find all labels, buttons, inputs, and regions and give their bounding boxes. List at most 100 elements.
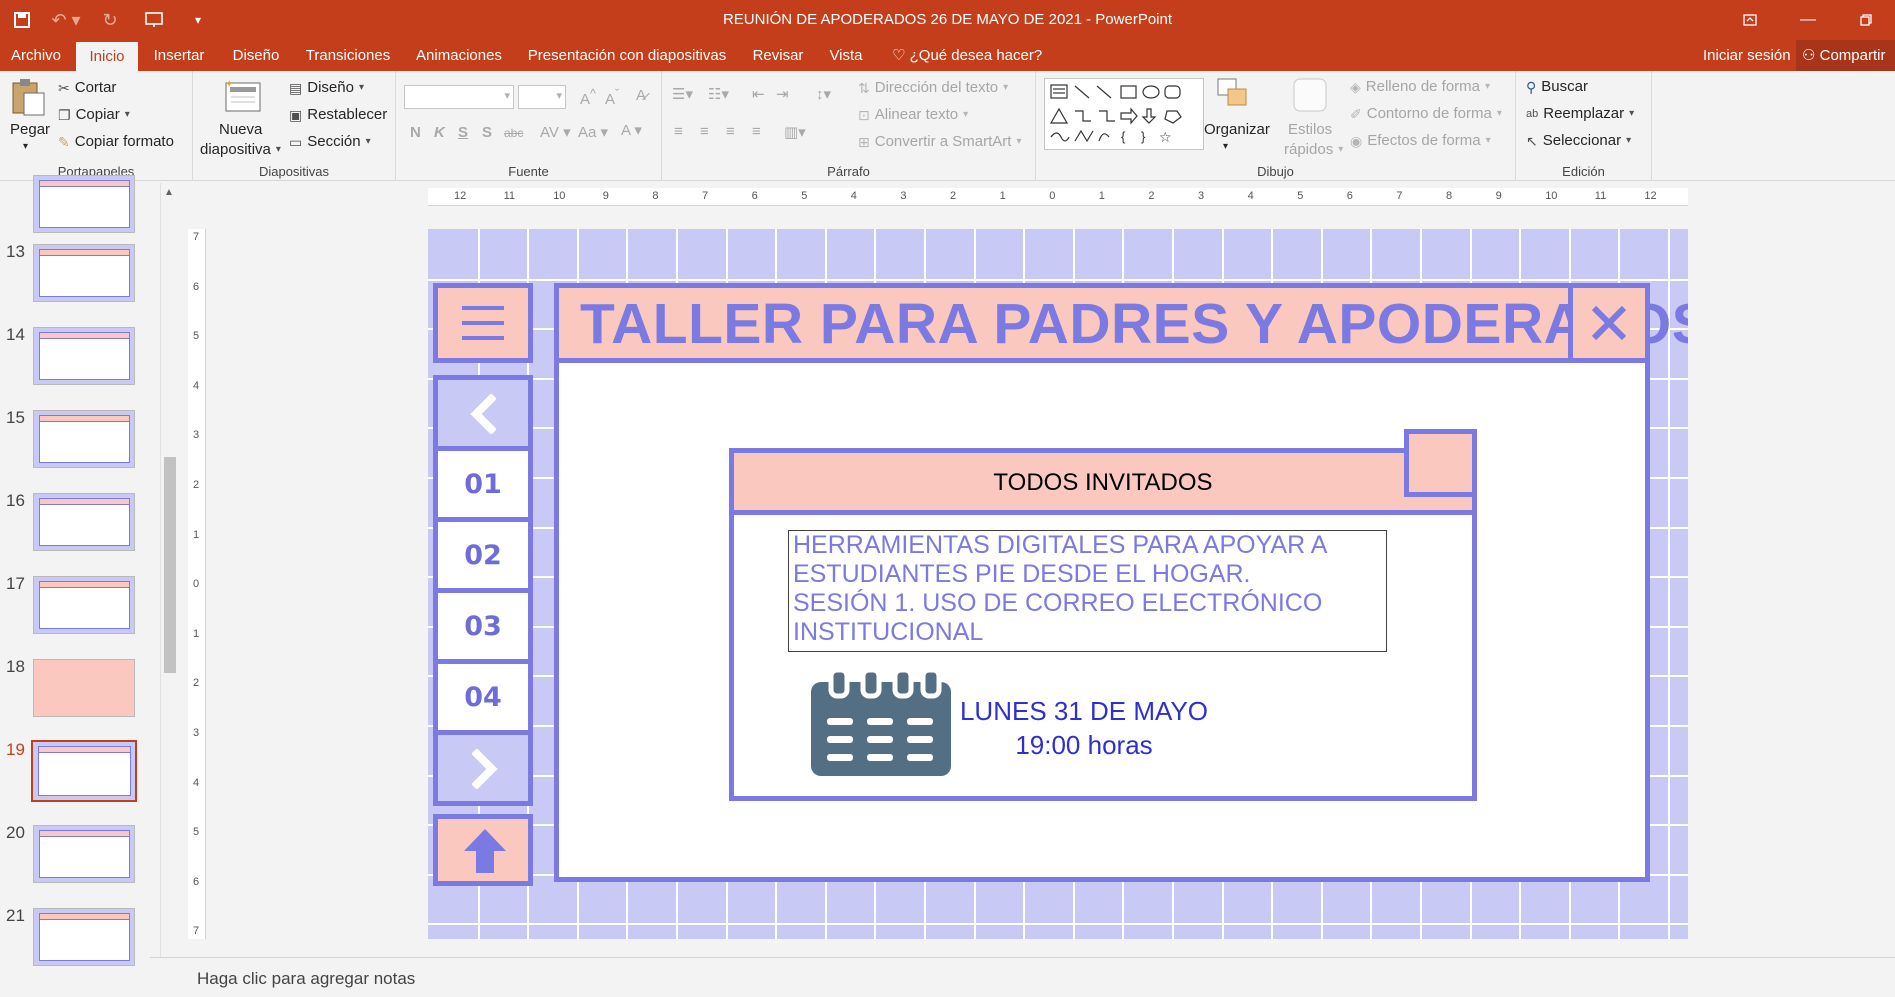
paste-dropdown-icon[interactable]: ▾	[23, 141, 28, 152]
scroll-up-icon[interactable]: ▲	[164, 187, 174, 198]
shape-outline-button[interactable]: ✐ Contorno de forma ▾	[1350, 105, 1502, 122]
slide-canvas[interactable]: TALLER PARA PADRES Y APODERADOS 01 02 03…	[428, 229, 1688, 939]
slide-thumbnail-13[interactable]	[33, 244, 135, 302]
lightbulb-icon: ♡	[892, 47, 906, 64]
quick-styles-button[interactable]: rápidos ▾	[1284, 141, 1343, 158]
slide-thumbnail-19[interactable]	[31, 740, 137, 802]
align-center-icon[interactable]: ≡	[700, 123, 709, 140]
align-text-button[interactable]: ⊡ Alinear texto ▾	[858, 106, 968, 123]
calendar-icon	[811, 668, 951, 776]
slide-thumbnail-17[interactable]	[33, 576, 135, 634]
tab-presentacion[interactable]: Presentación con diapositivas	[524, 40, 730, 71]
quick-styles-icon[interactable]	[1292, 77, 1328, 119]
new-slide-button[interactable]: diapositiva ▾	[200, 141, 281, 158]
tab-insertar[interactable]: Insertar	[146, 40, 212, 71]
slide-thumbnail-21[interactable]	[33, 908, 135, 966]
font-name-combo[interactable]	[404, 85, 514, 109]
pen-icon: ✐	[1350, 105, 1362, 122]
copy-button[interactable]: ❐ Copiar ▾	[58, 106, 130, 123]
description-line: INSTITUCIONAL	[793, 618, 984, 646]
underline-icon[interactable]: S	[458, 124, 468, 141]
tab-diseno[interactable]: Diseño	[224, 40, 288, 71]
arrange-dropdown-icon[interactable]: ▾	[1223, 141, 1228, 152]
thumb-number: 20	[6, 823, 25, 842]
layout-button[interactable]: ▤ Diseño ▾	[289, 79, 364, 96]
tab-vista[interactable]: Vista	[824, 40, 868, 71]
restore-icon[interactable]	[1837, 0, 1895, 40]
slide-thumbnail-16[interactable]	[33, 493, 135, 551]
editing-group: ⚲ Buscar ab Reemplazar ▾ ↖ Seleccionar ▾ Edic…	[1516, 71, 1652, 181]
italic-icon[interactable]: K	[434, 124, 445, 141]
numbering-icon[interactable]: ☷▾	[708, 85, 729, 103]
slide-thumbnail-20[interactable]	[33, 825, 135, 883]
share-button[interactable]: ⚇ Compartir	[1796, 40, 1895, 71]
horizontal-ruler: 12 11 10 9 8 7 6 5 4 3 2 1 0 1 2 3 4 5 6 7 8 9 10 11 12	[428, 188, 1688, 206]
arrow-up-icon	[464, 829, 506, 873]
shape-fill-button[interactable]: ◈ Relleno de forma ▾	[1350, 78, 1490, 95]
shadow-icon[interactable]: S	[482, 124, 492, 141]
ribbon-display-options-icon[interactable]	[1721, 0, 1779, 40]
new-slide-label-1[interactable]: Nueva	[219, 121, 262, 138]
bullets-icon[interactable]: ☰▾	[672, 85, 693, 103]
ruler-tick-label: 7	[1396, 190, 1403, 202]
char-spacing-icon[interactable]: AV ▾	[540, 123, 571, 141]
paste-icon[interactable]	[10, 77, 46, 121]
ruler-tick-label: 11	[1594, 190, 1607, 202]
change-case-icon[interactable]: Aa ▾	[578, 123, 608, 141]
font-group: A^ Aˇ A̷ N K S S abc AV ▾ Aa ▾ A ▾ Fuent…	[396, 71, 662, 181]
align-right-icon[interactable]: ≡	[726, 123, 735, 140]
slide-thumbnail-14[interactable]	[33, 327, 135, 385]
shape-effects-button[interactable]: ◉ Efectos de forma ▾	[1350, 132, 1491, 149]
grow-font-icon[interactable]: A^	[580, 87, 596, 108]
shapes-gallery[interactable]: { } ☆	[1044, 78, 1204, 150]
clear-format-icon[interactable]: A̷	[636, 87, 646, 104]
replace-button[interactable]: ab Reemplazar ▾	[1526, 105, 1634, 122]
slide-thumbnail-12[interactable]	[33, 175, 135, 233]
strikethrough-icon[interactable]: abc	[504, 126, 523, 140]
increase-indent-icon[interactable]: ⇥	[776, 85, 789, 103]
align-left-icon[interactable]: ≡	[674, 123, 683, 140]
arrange-button[interactable]: Organizar	[1204, 121, 1270, 138]
sign-in-link[interactable]: Iniciar sesión	[1703, 40, 1791, 71]
minimize-icon[interactable]: —	[1779, 0, 1837, 40]
notes-pane[interactable]: Haga clic para agregar notas	[150, 957, 1895, 997]
justify-icon[interactable]: ≡	[752, 123, 761, 140]
section-button[interactable]: ▭ Sección ▾	[289, 133, 371, 150]
tab-animaciones[interactable]: Animaciones	[408, 40, 510, 71]
smartart-button[interactable]: ⊞ Convertir a SmartArt ▾	[858, 133, 1021, 150]
tab-transiciones[interactable]: Transiciones	[298, 40, 398, 71]
scrollbar-thumb[interactable]	[164, 457, 176, 673]
tab-archivo[interactable]: Archivo	[0, 40, 72, 71]
select-button[interactable]: ↖ Seleccionar ▾	[1526, 132, 1631, 149]
svg-text:{: {	[1121, 129, 1126, 144]
arrange-icon[interactable]	[1216, 77, 1252, 115]
new-slide-icon[interactable]: ✦	[223, 77, 263, 119]
font-size-combo[interactable]	[518, 85, 566, 109]
slide-thumbnail-15[interactable]	[33, 410, 135, 468]
paste-button[interactable]: Pegar	[10, 121, 50, 138]
description-textbox[interactable]: HERRAMIENTAS DIGITALES PARA APOYAR A EST…	[788, 530, 1387, 652]
ruler-tick-label: 6	[193, 280, 200, 293]
quick-styles-label-1[interactable]: Estilos	[1288, 121, 1332, 138]
ruler-tick-label: 5	[193, 826, 200, 839]
text-direction-button[interactable]: ⇅ Dirección del texto ▾	[858, 79, 1008, 96]
font-color-icon[interactable]: A ▾	[621, 121, 642, 139]
tell-me-box[interactable]: ♡ ¿Qué desea hacer?	[892, 40, 1042, 71]
cut-button[interactable]: ✂ Cortar	[58, 79, 116, 96]
decrease-indent-icon[interactable]: ⇤	[752, 85, 765, 103]
ruler-tick-label: 3	[900, 190, 907, 202]
columns-icon[interactable]: ▥▾	[784, 123, 806, 141]
bold-icon[interactable]: N	[410, 124, 421, 141]
tab-inicio[interactable]: Inicio	[76, 42, 138, 71]
format-painter-button[interactable]: ✎ Copiar formato	[58, 133, 174, 150]
slides-group: ✦ Nueva diapositiva ▾ ▤ Diseño ▾ ▣ Restablec…	[193, 71, 396, 181]
slide-thumbnail-18[interactable]	[33, 659, 135, 717]
reset-button[interactable]: ▣ Restablecer	[289, 106, 387, 123]
card-header: TODOS INVITADOS	[734, 453, 1472, 515]
tab-revisar[interactable]: Revisar	[746, 40, 810, 71]
thumbnail-scrollbar[interactable]: ▲	[160, 183, 178, 997]
nav-next-box	[433, 730, 533, 806]
find-button[interactable]: ⚲ Buscar	[1526, 78, 1588, 95]
shrink-font-icon[interactable]: Aˇ	[605, 87, 619, 108]
line-spacing-icon[interactable]: ↕▾	[816, 85, 831, 103]
